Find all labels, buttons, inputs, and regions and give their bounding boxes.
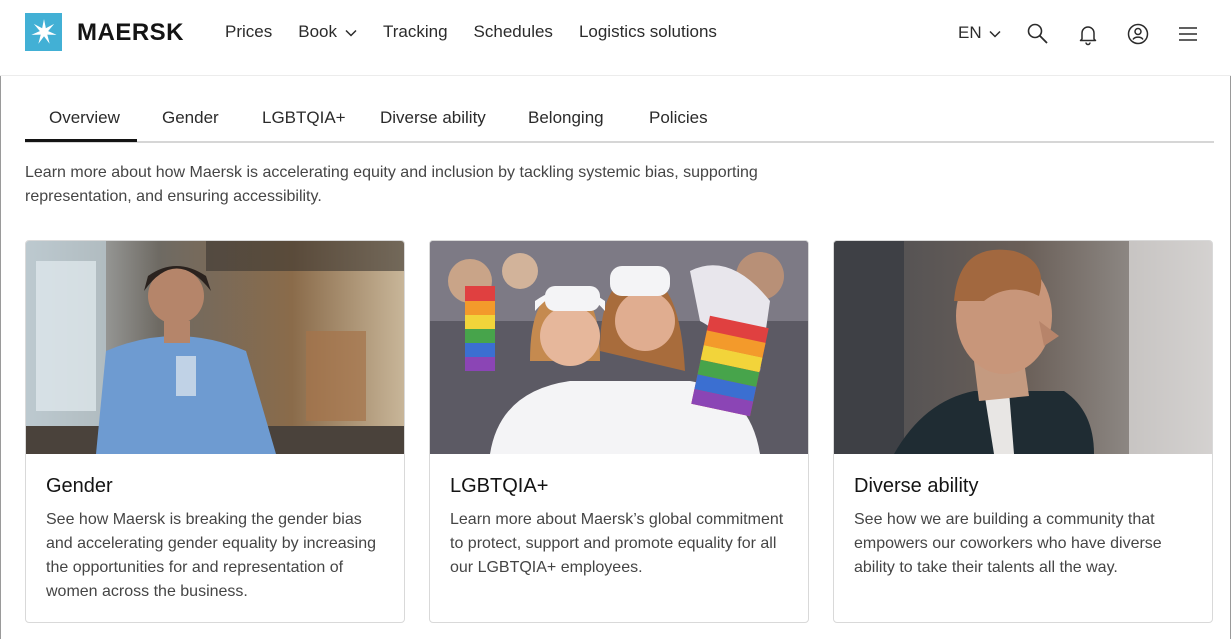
maersk-logo[interactable] bbox=[25, 13, 62, 51]
photo-image bbox=[834, 241, 1212, 454]
tab-policies[interactable]: Policies bbox=[649, 108, 708, 128]
tab-lgbtqia[interactable]: LGBTQIA+ bbox=[262, 108, 346, 128]
bell-icon bbox=[1079, 26, 1097, 46]
nav-item-label: Book bbox=[298, 22, 337, 41]
star-icon bbox=[30, 19, 57, 44]
card-image bbox=[430, 241, 808, 454]
menu-button[interactable] bbox=[1175, 21, 1201, 47]
nav-item-logistics-solutions[interactable]: Logistics solutions bbox=[579, 22, 717, 42]
card-title: Gender bbox=[46, 475, 113, 497]
search-button[interactable] bbox=[1025, 21, 1051, 47]
card-title: LGBTQIA+ bbox=[450, 475, 549, 497]
card-description: See how Maersk is breaking the gender bi… bbox=[46, 511, 376, 600]
card-diverse-ability[interactable]: Diverse ability See how we are building … bbox=[833, 240, 1213, 623]
menu-icon bbox=[1179, 27, 1197, 41]
nav-item-label: Tracking bbox=[382, 22, 448, 41]
account-button[interactable] bbox=[1125, 21, 1151, 47]
tab-diverse-ability[interactable]: Diverse ability bbox=[380, 108, 486, 128]
card-image bbox=[834, 241, 1212, 454]
card-image bbox=[26, 241, 404, 454]
card-description: See how we are building a community that… bbox=[854, 511, 1162, 576]
tab-belonging[interactable]: Belonging bbox=[528, 108, 604, 128]
section-tabs: Overview Gender LGBTQIA+ Diverse ability… bbox=[25, 100, 1214, 143]
card-gender[interactable]: Gender See how Maersk is breaking the ge… bbox=[25, 240, 405, 623]
brand-wordmark[interactable]: MAERSK bbox=[77, 19, 184, 47]
chevron-down-icon bbox=[989, 30, 1001, 38]
card-title: Diverse ability bbox=[854, 475, 979, 497]
user-icon bbox=[1127, 23, 1149, 45]
nav-item-tracking[interactable]: Tracking bbox=[383, 22, 448, 42]
card-description: Learn more about Maersk’s global commitm… bbox=[450, 511, 784, 576]
main-nav: Prices Book Tracking Schedules Logistics… bbox=[225, 22, 743, 42]
intro-text: Learn more about how Maersk is accelerat… bbox=[25, 164, 758, 205]
photo-image bbox=[430, 241, 808, 454]
language-selector[interactable]: EN bbox=[958, 23, 1001, 43]
nav-item-label: Prices bbox=[225, 22, 273, 41]
chevron-down-icon bbox=[345, 29, 357, 37]
site-header: MAERSK Prices Book Tracking Schedules Lo… bbox=[0, 0, 1231, 76]
nav-item-label: Logistics solutions bbox=[578, 22, 717, 41]
search-icon bbox=[1027, 23, 1048, 44]
nav-item-book[interactable]: Book bbox=[298, 22, 357, 42]
active-tab-indicator bbox=[25, 139, 137, 142]
photo-image bbox=[26, 241, 404, 454]
nav-item-schedules[interactable]: Schedules bbox=[474, 22, 553, 42]
tab-overview[interactable]: Overview bbox=[49, 108, 120, 128]
card-lgbtqia[interactable]: LGBTQIA+ Learn more about Maersk’s globa… bbox=[429, 240, 809, 623]
nav-item-prices[interactable]: Prices bbox=[225, 22, 272, 42]
notifications-button[interactable] bbox=[1075, 21, 1101, 47]
language-label: EN bbox=[958, 23, 982, 42]
nav-item-label: Schedules bbox=[473, 22, 553, 41]
tab-gender[interactable]: Gender bbox=[162, 108, 219, 128]
